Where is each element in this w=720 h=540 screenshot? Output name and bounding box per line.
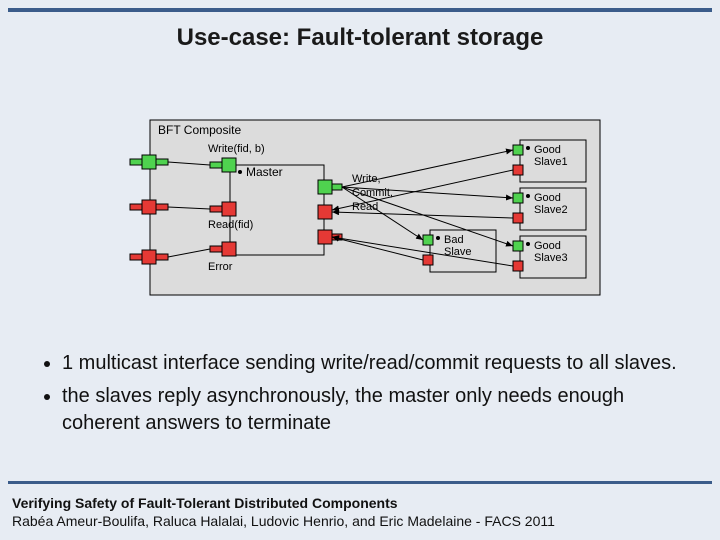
gs3-port-in	[513, 241, 523, 251]
gs3-port-out	[513, 261, 523, 271]
slide-title: Use-case: Fault-tolerant storage	[0, 24, 720, 52]
bad-slave-port-in	[423, 235, 433, 245]
label-write: Write(fid, b)	[208, 143, 265, 155]
gs1-port-out	[513, 165, 523, 175]
footer: Verifying Safety of Fault-Tolerant Distr…	[12, 494, 708, 530]
label-mid-write: Write,	[352, 173, 381, 185]
footer-line2: Rabéa Ameur-Boulifa, Raluca Halalai, Lud…	[12, 512, 708, 530]
gs2-port-out	[513, 213, 523, 223]
gs1-port-in	[513, 145, 523, 155]
label-error: Error	[208, 261, 233, 273]
gs2-port-in	[513, 193, 523, 203]
footer-line1: Verifying Safety of Fault-Tolerant Distr…	[12, 494, 708, 512]
bft-diagram: BFT Composite Master Write(fid, b) Read(…	[100, 110, 620, 310]
master-dot	[238, 170, 242, 174]
top-rule	[8, 8, 712, 12]
bullet-2: the slaves reply asynchronously, the mas…	[62, 383, 680, 437]
label-read: Read(fid)	[208, 219, 253, 231]
bottom-rule	[8, 481, 712, 484]
master-port-out2	[318, 205, 332, 219]
composite-label: BFT Composite	[158, 123, 241, 137]
bad-slave-port-out	[423, 255, 433, 265]
bullet-1: 1 multicast interface sending write/read…	[62, 350, 680, 377]
master-label: Master	[246, 165, 283, 179]
bullet-list: 1 multicast interface sending write/read…	[40, 350, 680, 443]
